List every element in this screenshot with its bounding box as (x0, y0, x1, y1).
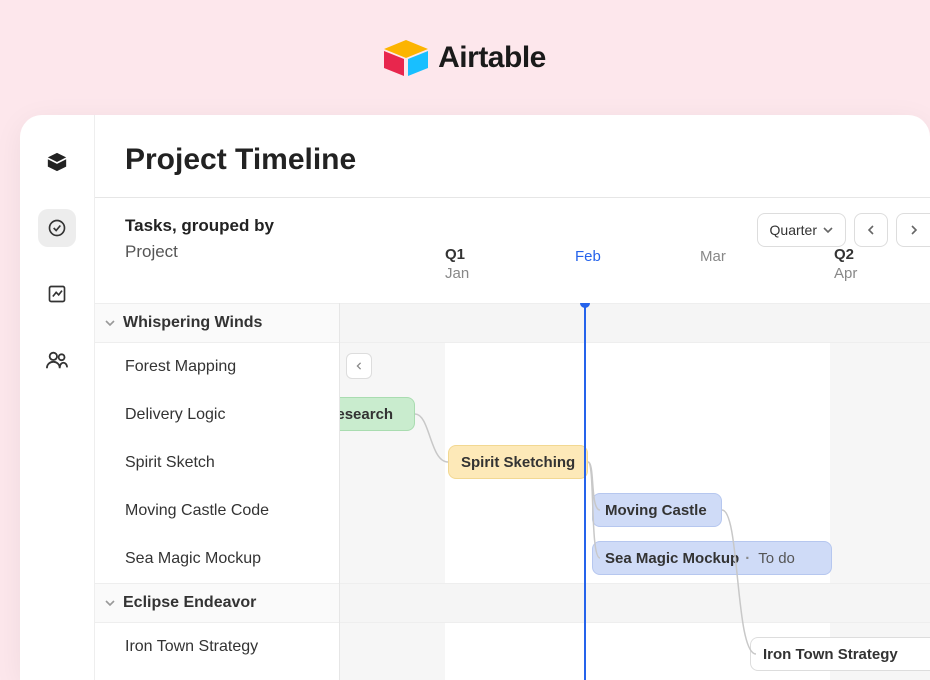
chevron-left-icon (866, 225, 876, 235)
check-circle-icon (47, 218, 67, 238)
page-title: Project Timeline (125, 143, 900, 177)
timeline-tick: Mar (700, 246, 726, 265)
group-by-field: Project (125, 242, 274, 262)
cube-icon (46, 151, 68, 173)
timeline-tick: Q1 Jan (445, 246, 469, 282)
scroll-left-pill[interactable] (346, 353, 372, 379)
timeline-tick: Feb (575, 246, 601, 265)
scale-selector[interactable]: Quarter (757, 213, 846, 247)
task-row[interactable]: Delivery Logic (95, 391, 339, 439)
task-row[interactable]: Sea Magic Mockup (95, 535, 339, 583)
group-header[interactable]: Eclipse Endeavor (95, 583, 339, 623)
chevron-right-icon (909, 225, 919, 235)
chevron-left-icon (355, 362, 363, 370)
app-window: Project Timeline Tasks, grouped by Proje… (20, 115, 930, 680)
timeline-tick: Q2 Apr (834, 246, 857, 282)
next-button[interactable] (896, 213, 930, 247)
prev-button[interactable] (854, 213, 888, 247)
sidebar-analytics[interactable] (38, 275, 76, 313)
task-row[interactable]: Forest Mapping (95, 343, 339, 391)
group-by-label: Tasks, grouped by (125, 216, 274, 236)
group-header[interactable]: Whispering Winds (95, 303, 339, 343)
airtable-logo-icon (384, 40, 428, 76)
task-row[interactable]: Moving Castle Code (95, 487, 339, 535)
chevron-down-icon (823, 225, 833, 235)
brand-name: Airtable (438, 41, 546, 75)
sidebar-home[interactable] (38, 143, 76, 181)
task-row[interactable]: Spirit Sketch (95, 439, 339, 487)
people-icon (46, 350, 68, 370)
now-indicator (584, 303, 586, 680)
brand-logo: Airtable (384, 40, 546, 76)
sidebar (20, 115, 95, 680)
task-row[interactable]: Iron Town Strategy (95, 623, 339, 671)
sidebar-tasks[interactable] (38, 209, 76, 247)
chart-icon (47, 284, 67, 304)
chevron-down-icon (105, 318, 115, 328)
chevron-down-icon (105, 598, 115, 608)
sidebar-people[interactable] (38, 341, 76, 379)
